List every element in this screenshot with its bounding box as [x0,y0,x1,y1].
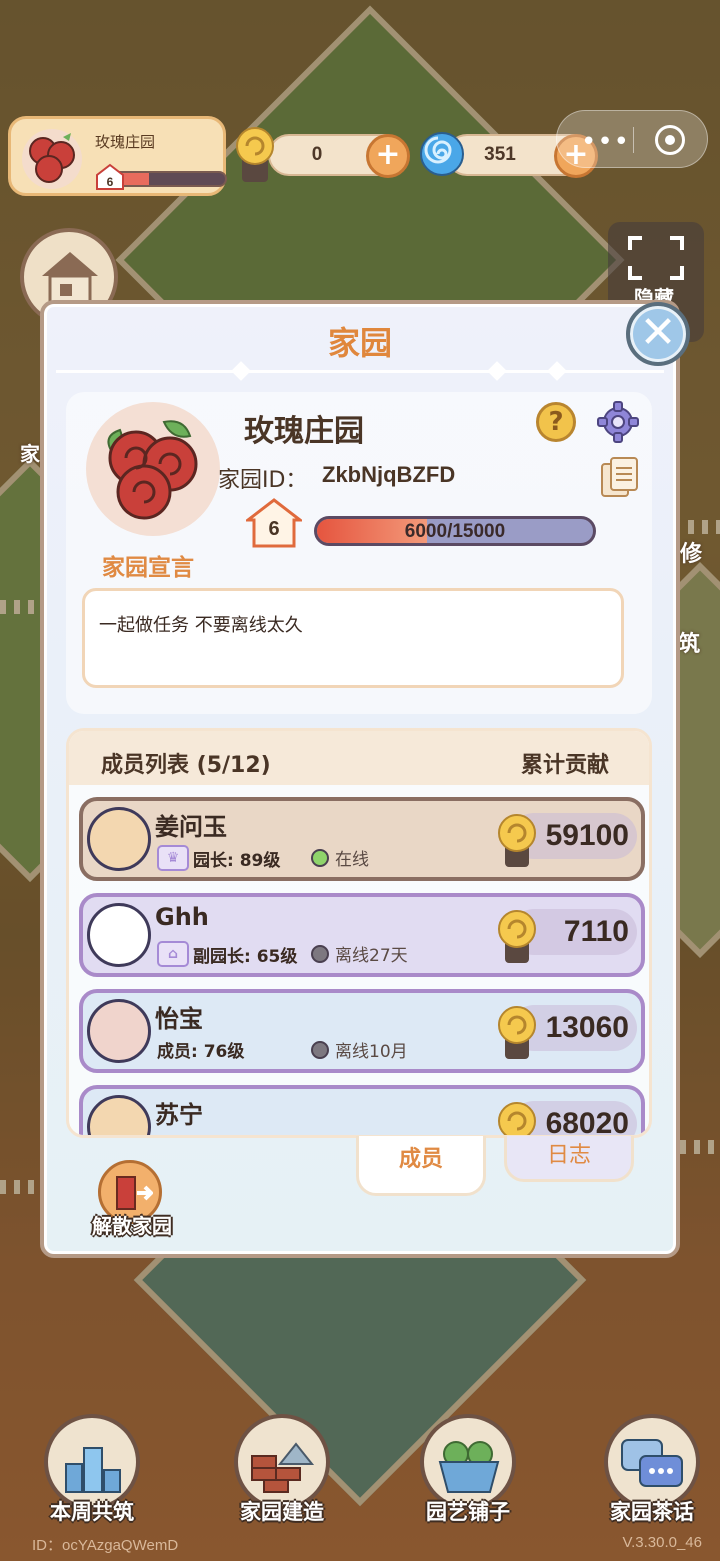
close-miniprogram-icon[interactable] [655,125,685,155]
dissolve-home-button[interactable]: 解散家园 [76,1160,188,1244]
home-level-badge: 6 [96,163,124,190]
member-list-panel: 成员列表 (5/12) 累计贡献 姜问玉 ♛ 园长: 89级 在线 59100 G… [66,728,652,1138]
member-row[interactable]: 怡宝 成员: 76级 离线10月 13060 [79,989,645,1073]
copy-icon[interactable] [600,456,640,500]
side-label-partial: 筑 [678,632,701,657]
member-contribution-value: 13060 [545,1011,629,1044]
avatar [87,807,151,871]
spiral-gem-icon [420,132,464,176]
home-level-number: 6 [268,518,280,540]
side-label-partial: 家 [20,442,40,466]
home-tea-label: 家园茶话 [610,1500,694,1524]
divider-diamond [547,361,567,381]
declaration-box[interactable]: 一起做任务 不要离线太久 [82,588,624,688]
declaration-text: 一起做任务 不要离线太久 [99,615,303,636]
frame-icon [628,236,684,280]
svg-text:6: 6 [107,175,114,189]
member-status-text: 在线 [335,850,369,870]
snail-medal-icon [498,910,536,963]
avatar [87,903,151,967]
member-name: 姜问玉 [155,813,227,841]
declaration-title: 家园宣言 [102,555,194,581]
add-snail-coin-button[interactable]: + [366,134,410,178]
member-role-text: 副园长: 65级 [193,946,298,967]
member-role-text: 成员: 76级 [157,1042,245,1062]
rose-emblem-icon [107,420,198,520]
close-dialog-button[interactable]: ✕ [626,302,690,366]
home-summary-panel[interactable]: 玫瑰庄园 6 [8,116,227,196]
member-list-header: 成员列表 (5/12) 累计贡献 [69,731,649,785]
home-build-label: 家园建造 [240,1500,324,1524]
home-title: 玫瑰庄园 [244,414,364,449]
offline-status-icon [311,944,329,963]
version-label: V.3.30.0_46 [622,1534,702,1551]
help-icon[interactable]: ? [536,402,576,442]
member-name: Ghh [155,903,209,931]
gear-icon[interactable] [596,400,640,444]
weekly-build-button[interactable]: 本周共筑 [42,1414,142,1528]
member-role: ♛ 园长: 89级 [157,845,280,871]
snail-medal-icon [498,814,536,867]
member-row[interactable]: 姜问玉 ♛ 园长: 89级 在线 59100 [79,797,645,881]
snail-medal-icon [498,1006,536,1059]
member-row[interactable]: Ghh ⌂ 副园长: 65级 离线27天 7110 [79,893,645,977]
dialog-title: 家园 [327,324,392,362]
snail-medal-icon [498,1102,536,1135]
user-id: ID：ocYAzgaQWemD [32,1537,179,1554]
rose-emblem-icon [22,129,82,189]
home-exp-text: 6000/15000 [404,521,506,542]
snail-coin-counter: 0 + [268,134,410,178]
house-role-icon: ⌂ [157,941,189,967]
snail-coin-value: 0 [311,144,323,165]
member-name: 苏宁 [155,1101,203,1129]
dissolve-home-label: 解散家园 [92,1214,172,1238]
member-row[interactable]: 苏宁 68020 [79,1085,645,1138]
more-menu-icon[interactable]: ••• [581,127,630,157]
member-list-title: 成员列表 (5/12) [101,753,271,778]
crown-icon: ♛ [157,845,189,871]
divider-diamond [487,361,507,381]
home-exp-bar: 6000/15000 [314,516,596,546]
member-status: 离线27天 [311,941,408,966]
title-divider [56,370,664,373]
member-contribution-value: 7110 [563,915,629,948]
tab-members[interactable]: 成员 [356,1136,486,1196]
garden-shop-label: 园艺铺子 [426,1500,510,1524]
tab-log[interactable]: 日志 [504,1136,634,1182]
home-id-value: ZkbNjqBZFD [322,462,456,487]
close-icon: ✕ [639,307,677,358]
member-status-text: 离线27天 [335,946,408,966]
home-build-button[interactable]: 家园建造 [232,1414,332,1528]
member-name: 怡宝 [155,1005,203,1033]
home-level-badge: 6 [246,498,302,548]
garden-shop-button[interactable]: 园艺铺子 [418,1414,518,1528]
member-role: 成员: 76级 [157,1037,244,1062]
mini-program-capsule: ••• [556,110,708,168]
member-contribution-value: 59100 [545,819,629,852]
home-tea-button[interactable]: 家园茶话 [602,1414,702,1528]
home-id-label: 家园ID： [218,468,308,493]
side-label-partial: 修 [680,542,703,567]
contribution-column-title: 累计贡献 [520,753,609,778]
online-status-icon [311,848,329,867]
member-role: ⌂ 副园长: 65级 [157,941,297,967]
avatar [87,1095,151,1135]
member-contribution-value: 68020 [545,1107,629,1138]
offline-status-icon [311,1040,329,1059]
member-role-text: 园长: 89级 [193,850,281,871]
avatar [87,999,151,1063]
member-status: 离线10月 [311,1037,408,1062]
member-status: 在线 [311,845,369,870]
home-avatar [86,402,220,536]
home-name: 玫瑰庄园 [95,133,156,151]
capsule-divider [633,127,634,153]
divider-diamond [231,361,251,381]
snail-medal-icon [236,127,274,182]
member-status-text: 离线10月 [335,1042,408,1062]
weekly-build-label: 本周共筑 [50,1500,134,1524]
